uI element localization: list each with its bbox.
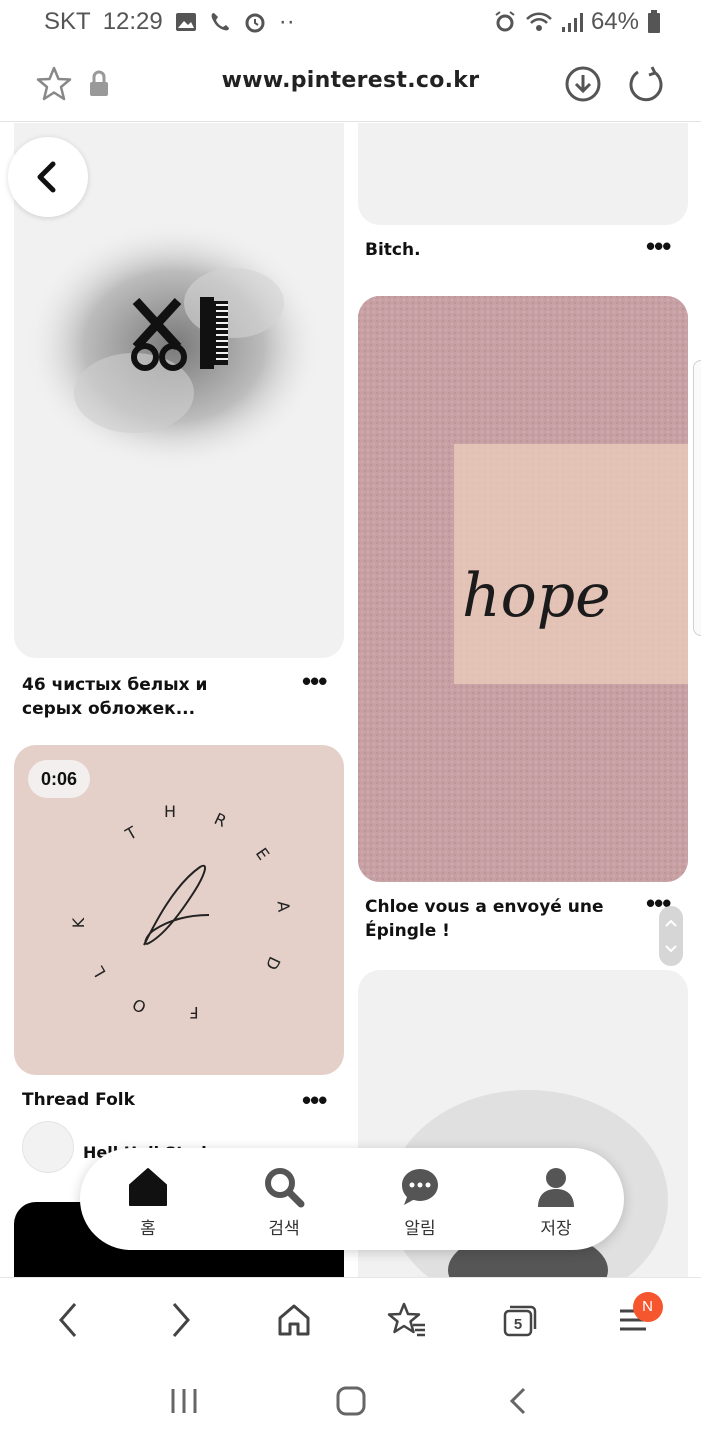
phone-icon xyxy=(211,13,229,31)
system-navigation xyxy=(0,1361,701,1440)
back-button[interactable] xyxy=(8,137,88,217)
home-icon xyxy=(278,1304,310,1335)
signal-icon xyxy=(561,13,583,32)
forward-nav-button[interactable] xyxy=(151,1290,211,1350)
home-icon xyxy=(129,1168,167,1206)
tabs-button[interactable]: 5 xyxy=(490,1290,550,1350)
ring-letter: D xyxy=(262,954,284,973)
address-bar: www.pinterest.co.kr xyxy=(0,44,701,122)
home-button[interactable] xyxy=(264,1290,324,1350)
browser-toolbar: 5 N xyxy=(0,1277,701,1361)
more-options-button[interactable]: ••• xyxy=(646,233,671,259)
pin-image-hope: hope xyxy=(358,296,688,882)
battery-level: 64% xyxy=(590,8,639,35)
more-notifications: ·· xyxy=(278,8,295,35)
clock: 12:29 xyxy=(102,8,163,35)
reload-icon[interactable] xyxy=(626,64,666,104)
status-bar: SKT 12:29 ·· 64% xyxy=(0,0,701,44)
ring-letter: H xyxy=(164,802,176,821)
search-icon xyxy=(265,1168,305,1208)
back-nav-button[interactable] xyxy=(38,1290,98,1350)
chevron-right-icon xyxy=(173,1302,191,1337)
nav-home[interactable]: 홈 xyxy=(80,1148,216,1250)
wifi-icon xyxy=(526,12,552,31)
nav-label: 홈 xyxy=(140,1219,156,1239)
recent-apps-icon[interactable] xyxy=(166,1385,202,1417)
ring-letter: K xyxy=(69,917,88,928)
pin-feed[interactable]: 46 чистых белых и серых обложек... ••• T… xyxy=(0,123,701,1277)
alarm-icon xyxy=(495,11,515,32)
carrier: SKT xyxy=(44,8,91,35)
pin-caption[interactable]: Chloe vous a envoyé une Épingle ! xyxy=(365,895,603,943)
caption-line: 46 чистых белых и xyxy=(22,675,208,695)
chevron-left-icon xyxy=(59,1302,77,1337)
ring-letter: F xyxy=(189,1003,198,1022)
profile-icon xyxy=(538,1168,574,1207)
chat-icon xyxy=(402,1169,438,1205)
pin-caption[interactable]: 46 чистых белых и серых обложек... xyxy=(22,673,207,721)
pinterest-bottom-nav: 홈 검색 알림 저장 xyxy=(80,1148,624,1250)
chevron-left-icon xyxy=(37,161,56,193)
home-button-icon[interactable] xyxy=(333,1383,369,1419)
bookmark-star-icon xyxy=(387,1302,425,1336)
tab-count: 5 xyxy=(514,1316,522,1333)
ring-letter: O xyxy=(129,994,149,1017)
pin-card[interactable]: hope xyxy=(358,296,688,882)
pin-caption[interactable]: Bitch. xyxy=(365,238,421,262)
pin-card[interactable] xyxy=(358,123,688,225)
ring-letter: A xyxy=(274,900,294,913)
more-options-button[interactable]: ••• xyxy=(302,1087,327,1113)
caption-line: серых обложек... xyxy=(22,699,196,719)
ring-letter: T xyxy=(121,822,140,844)
caption-line: Chloe vous a envoyé une xyxy=(365,897,604,917)
pin-caption[interactable]: Thread Folk xyxy=(22,1088,135,1112)
nav-saved[interactable]: 저장 xyxy=(488,1148,624,1250)
nav-search[interactable]: 검색 xyxy=(216,1148,352,1250)
edge-panel-handle[interactable] xyxy=(693,360,701,636)
more-options-button[interactable]: ••• xyxy=(302,668,327,694)
download-icon[interactable] xyxy=(563,64,603,104)
ring-letter: L xyxy=(89,963,110,980)
tabs-icon: 5 xyxy=(503,1305,536,1336)
video-duration-badge: 0:06 xyxy=(28,760,90,798)
creator-avatar[interactable] xyxy=(22,1121,74,1173)
nav-label: 저장 xyxy=(540,1219,572,1239)
alarm-icon xyxy=(245,13,265,33)
notification-badge: N xyxy=(632,1291,663,1322)
nav-label: 검색 xyxy=(268,1219,300,1239)
menu-button[interactable]: N xyxy=(603,1290,663,1350)
caption-line: Épingle ! xyxy=(365,921,450,941)
system-back-icon[interactable] xyxy=(500,1385,536,1417)
battery-icon xyxy=(648,10,660,33)
image-icon xyxy=(175,13,196,31)
nav-label: 알림 xyxy=(404,1219,436,1239)
bookmarks-button[interactable] xyxy=(377,1290,437,1350)
ring-letter: E xyxy=(252,844,273,863)
nav-notifications[interactable]: 알림 xyxy=(352,1148,488,1250)
ring-letter: R xyxy=(211,809,229,831)
hope-script: hope xyxy=(462,561,611,631)
scroll-indicator[interactable] xyxy=(659,906,683,966)
